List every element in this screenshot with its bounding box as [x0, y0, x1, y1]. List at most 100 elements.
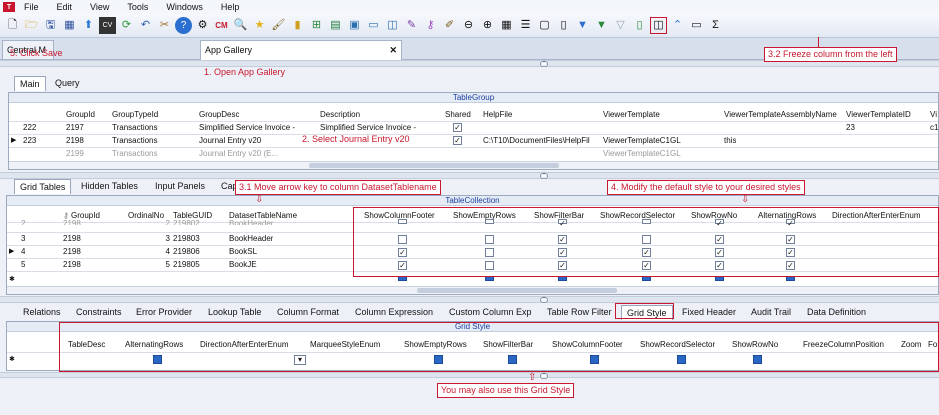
cell-groupdesc[interactable]: Transactions: [112, 149, 158, 158]
upload-icon[interactable]: ⬆: [80, 17, 97, 34]
col-header[interactable]: ViewerTemplateID: [846, 110, 911, 119]
table-row[interactable]: 4: [21, 247, 25, 256]
table-row[interactable]: 3: [21, 234, 25, 243]
cell-groupdesc[interactable]: Transactions: [112, 123, 158, 132]
table-cell[interactable]: BookJE: [229, 260, 257, 269]
cell-desc2[interactable]: Simplified Service Invoice -: [320, 123, 440, 132]
menu-help[interactable]: Help: [212, 0, 249, 14]
tab-hidden-tables[interactable]: Hidden Tables: [76, 179, 143, 194]
table-cell[interactable]: 219806: [173, 247, 200, 256]
freeze-column-icon[interactable]: ◫: [650, 17, 667, 34]
sum-icon[interactable]: Σ: [707, 17, 724, 34]
tab-constraints[interactable]: Constraints: [71, 305, 127, 320]
splitter-mid[interactable]: ⌃: [0, 172, 939, 179]
col-header[interactable]: GroupDesc: [199, 110, 239, 119]
excel-icon[interactable]: ▤: [327, 17, 344, 34]
splitter-bottom[interactable]: ⌃: [0, 296, 939, 303]
table-cell[interactable]: 219803: [173, 234, 200, 243]
table-cell[interactable]: 3: [130, 234, 170, 243]
col-header[interactable]: Vi: [930, 110, 937, 119]
star-icon[interactable]: ★: [251, 17, 268, 34]
table-cell[interactable]: 2198: [63, 247, 81, 256]
col-header[interactable]: Shared: [445, 110, 471, 119]
table-row[interactable]: 223: [23, 136, 36, 145]
tab-custom-column-exp[interactable]: Custom Column Exp: [444, 305, 537, 320]
cell-grouptypeid[interactable]: 2197: [66, 123, 84, 132]
filter-clear-icon[interactable]: ▽: [612, 17, 629, 34]
table-cell[interactable]: 219805: [173, 260, 200, 269]
zoom-out-icon[interactable]: ⊖: [460, 17, 477, 34]
menu-file[interactable]: File: [15, 0, 48, 14]
col-header[interactable]: Description: [320, 110, 360, 119]
undo-icon[interactable]: ↶: [137, 17, 154, 34]
table-cell[interactable]: 2: [130, 219, 170, 225]
window-sm-icon[interactable]: ▭: [688, 17, 705, 34]
table-cell[interactable]: 2198: [63, 219, 81, 225]
cell-assembly[interactable]: this: [724, 136, 736, 145]
page-icon[interactable]: ▯: [555, 17, 572, 34]
tab-main[interactable]: Main: [14, 76, 46, 91]
up-icon[interactable]: ⌃: [669, 17, 686, 34]
table-cell[interactable]: 5: [130, 260, 170, 269]
table-cell[interactable]: BookHeader: [229, 219, 273, 225]
close-icon[interactable]: ✕: [389, 45, 397, 56]
tab-relations[interactable]: Relations: [18, 305, 66, 320]
image-icon[interactable]: ▣: [346, 17, 363, 34]
menu-tools[interactable]: Tools: [118, 0, 157, 14]
cell-grouptypeid[interactable]: 2198: [66, 136, 84, 145]
splitter-bottom-2[interactable]: ⌃: [0, 372, 939, 379]
tablecollection-scrollbar[interactable]: [7, 286, 938, 294]
cell-viewertemplateid[interactable]: 23: [846, 123, 855, 132]
save-icon[interactable]: 🖫: [42, 17, 59, 34]
zoom-in-icon[interactable]: ⊕: [479, 17, 496, 34]
cell-viewertemplate[interactable]: ViewerTemplateC1GL: [603, 149, 681, 158]
cv-icon[interactable]: CV: [99, 17, 116, 34]
table-row[interactable]: 222: [23, 123, 36, 132]
open-icon[interactable]: 🗁: [23, 17, 40, 34]
tree-icon[interactable]: ⊞: [308, 17, 325, 34]
edit-icon[interactable]: ✐: [441, 17, 458, 34]
table-row[interactable]: 2: [21, 219, 25, 225]
col-header[interactable]: HelpFile: [483, 110, 512, 119]
tab-lookup-table[interactable]: Lookup Table: [203, 305, 266, 320]
col-header[interactable]: ViewerTemplateAssemblyName: [724, 110, 837, 119]
tools-icon[interactable]: ✂: [156, 17, 173, 34]
save-all-icon[interactable]: ▦: [61, 17, 78, 34]
cell-viewertemplate[interactable]: ViewerTemplateC1GL: [603, 136, 681, 145]
col-header[interactable]: ViewerTemplate: [603, 110, 660, 119]
tab-grid-tables[interactable]: Grid Tables: [14, 179, 72, 194]
tab-data-definition[interactable]: Data Definition: [802, 305, 871, 320]
tab-column-expression[interactable]: Column Expression: [350, 305, 438, 320]
table-cell[interactable]: 2198: [63, 234, 81, 243]
pencil-icon[interactable]: ✎: [403, 17, 420, 34]
col-header[interactable]: GroupId: [66, 110, 95, 119]
filter-icon[interactable]: ▼: [574, 17, 591, 34]
menu-view[interactable]: View: [81, 0, 118, 14]
cell-groupdesc[interactable]: Transactions: [112, 136, 158, 145]
col-header[interactable]: GroupTypeId: [112, 110, 158, 119]
shared-checkbox[interactable]: ✓: [453, 136, 462, 145]
table-cell[interactable]: 219802: [173, 219, 200, 225]
new-icon[interactable]: 🗋: [4, 17, 21, 34]
brush-icon[interactable]: 🖌: [270, 17, 287, 34]
tablegroup-scrollbar[interactable]: [9, 161, 938, 169]
filter-add-icon[interactable]: ▼: [593, 17, 610, 34]
help-icon[interactable]: ?: [175, 17, 192, 34]
menu-edit[interactable]: Edit: [48, 0, 82, 14]
cell-helpfile[interactable]: C:\T10\DocumentFiles\HelpFil: [483, 136, 601, 145]
cell-grouptypeid[interactable]: 2199: [66, 149, 84, 158]
refresh-icon[interactable]: ⟳: [118, 17, 135, 34]
window-icon[interactable]: ◫: [384, 17, 401, 34]
table-cell[interactable]: BookSL: [229, 247, 257, 256]
tab-column-format[interactable]: Column Format: [272, 305, 344, 320]
doc-icon[interactable]: ▢: [536, 17, 553, 34]
menu-windows[interactable]: Windows: [157, 0, 212, 14]
cell-vi[interactable]: c1: [930, 123, 938, 132]
cell-description[interactable]: Journal Entry v20 (E...: [199, 149, 278, 158]
tab-audit-trail[interactable]: Audit Trail: [746, 305, 796, 320]
cell-description[interactable]: Simplified Service Invoice -: [199, 123, 317, 132]
list-icon[interactable]: ☰: [517, 17, 534, 34]
table-cell[interactable]: 2198: [63, 260, 81, 269]
tab-app-gallery[interactable]: App Gallery ✕: [200, 40, 402, 60]
gear-icon[interactable]: ⚙: [194, 17, 211, 34]
